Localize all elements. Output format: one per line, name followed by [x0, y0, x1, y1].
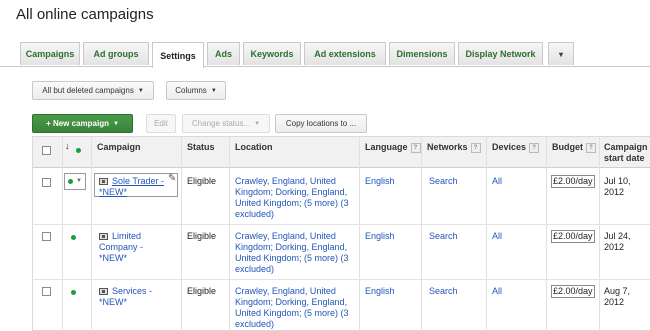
enabled-status-icon — [71, 235, 76, 240]
help-icon[interactable]: ? — [410, 142, 421, 153]
tab-dimensions[interactable]: Dimensions — [389, 42, 455, 65]
edit-button[interactable]: Edit — [146, 114, 176, 133]
header-status[interactable]: Status — [187, 142, 215, 153]
tab-ad-extensions[interactable]: Ad extensions — [304, 42, 386, 65]
header-devices-wrap: Devices? — [492, 142, 540, 153]
pencil-icon[interactable]: ✎ — [168, 173, 176, 184]
campaign-name-link[interactable]: Sole Trader - *NEW* — [99, 176, 164, 197]
status-text: Eligible — [187, 176, 217, 186]
header-networks[interactable]: Networks — [427, 142, 468, 152]
language-link[interactable]: English — [365, 176, 395, 187]
start-date-text: Jul 10, 2012 — [604, 176, 631, 197]
tab-campaigns[interactable]: Campaigns — [20, 42, 80, 65]
campaign-name-cell: Sole Trader - *NEW* — [99, 176, 169, 198]
columns-label: Columns — [175, 86, 207, 95]
chevron-down-icon: ▼ — [210, 87, 217, 94]
start-date-text: Jul 24, 2012 — [604, 231, 631, 252]
tab-settings[interactable]: Settings — [152, 42, 204, 68]
enabled-status-icon — [68, 179, 73, 184]
page-title: All online campaigns — [16, 6, 154, 23]
enabled-status-icon — [71, 290, 76, 295]
tab-ad-groups[interactable]: Ad groups — [83, 42, 149, 65]
help-icon[interactable]: ? — [586, 142, 596, 153]
chevron-down-icon: ▼ — [76, 178, 82, 184]
header-networks-wrap: Networks? — [427, 142, 481, 153]
row-checkbox[interactable] — [42, 232, 51, 241]
header-campaign[interactable]: Campaign — [97, 142, 141, 153]
start-date-text: Aug 7, 2012 — [604, 286, 631, 307]
help-icon[interactable]: ? — [529, 142, 540, 153]
tabs-divider — [0, 66, 650, 67]
tab-keywords[interactable]: Keywords — [243, 42, 301, 65]
tab-display-network[interactable]: Display Network — [458, 42, 543, 65]
header-language-wrap: Language? — [365, 142, 421, 153]
header-budget[interactable]: Budget — [552, 142, 583, 152]
budget-field[interactable]: £2.00/day — [551, 285, 595, 298]
status-text: Eligible — [187, 286, 217, 296]
status-text: Eligible — [187, 231, 217, 241]
language-link[interactable]: English — [365, 286, 395, 297]
networks-link[interactable]: Search — [429, 286, 458, 297]
header-budget-wrap: Budget? — [552, 142, 596, 153]
header-devices[interactable]: Devices — [492, 142, 526, 152]
campaign-icon — [99, 178, 108, 186]
location-link[interactable]: Crawley, England, United Kingdom; Dorkin… — [235, 176, 355, 220]
budget-field[interactable]: £2.00/day — [551, 230, 595, 243]
sort-arrow-icon[interactable]: ↓ — [65, 141, 70, 152]
header-start-date[interactable]: Campaign start date — [604, 142, 650, 164]
campaign-name-cell: Limited Company - *NEW* — [99, 231, 173, 264]
devices-link[interactable]: All — [492, 231, 502, 242]
header-location[interactable]: Location — [235, 142, 273, 153]
new-campaign-label: + New campaign — [46, 119, 109, 128]
new-campaign-button[interactable]: + New campaign ▼ — [32, 114, 133, 133]
header-language[interactable]: Language — [365, 142, 408, 152]
campaign-name-cell: Services - *NEW* — [99, 286, 173, 308]
tab-ads[interactable]: Ads — [207, 42, 240, 65]
chevron-down-icon: ▼ — [112, 120, 119, 127]
campaign-icon — [99, 288, 108, 296]
copy-locations-button[interactable]: Copy locations to ... — [275, 114, 367, 133]
campaign-icon — [99, 233, 108, 241]
change-status-dropdown[interactable]: Change status... ▼ — [182, 114, 270, 133]
row-checkbox[interactable] — [42, 287, 51, 296]
tabs-more-dropdown[interactable]: ▾ — [548, 42, 574, 65]
budget-field[interactable]: £2.00/day — [551, 175, 595, 188]
networks-link[interactable]: Search — [429, 176, 458, 187]
devices-link[interactable]: All — [492, 286, 502, 297]
campaign-filter-dropdown[interactable]: All but deleted campaigns ▼ — [32, 81, 154, 100]
help-icon[interactable]: ? — [470, 142, 481, 153]
select-all-checkbox[interactable] — [42, 146, 51, 155]
location-link[interactable]: Crawley, England, United Kingdom; Dorkin… — [235, 286, 355, 330]
campaign-filter-label: All but deleted campaigns — [42, 86, 134, 95]
devices-link[interactable]: All — [492, 176, 502, 187]
location-link[interactable]: Crawley, England, United Kingdom; Dorkin… — [235, 231, 355, 275]
chevron-down-icon: ▼ — [254, 120, 261, 127]
language-link[interactable]: English — [365, 231, 395, 242]
status-header-dot-icon — [76, 148, 81, 153]
columns-dropdown[interactable]: Columns ▼ — [166, 81, 226, 100]
change-status-label: Change status... — [191, 119, 251, 128]
row-checkbox[interactable] — [42, 178, 51, 187]
chevron-down-icon: ▼ — [137, 87, 144, 94]
networks-link[interactable]: Search — [429, 231, 458, 242]
